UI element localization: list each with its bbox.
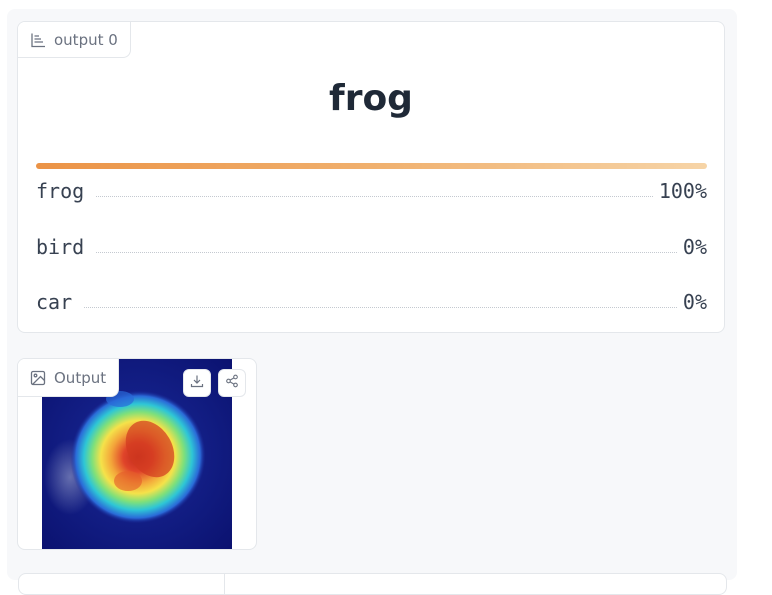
confidence-row: car 0% (36, 288, 707, 314)
divider (224, 574, 225, 594)
image-icon (30, 370, 46, 386)
share-icon (225, 374, 239, 393)
bar-chart-icon (30, 32, 46, 48)
confidence-value: 0% (682, 235, 707, 259)
confidence-bar (36, 163, 707, 169)
leader-dots (96, 196, 653, 197)
label-output-tab: output 0 (18, 22, 131, 58)
confidence-value: 100% (658, 179, 707, 203)
image-output-tab: Output (18, 359, 120, 397)
leader-dots (96, 252, 677, 253)
image-output-tab-text: Output (54, 368, 107, 387)
label-output-tab-text: output 0 (54, 30, 118, 49)
next-output-card (18, 573, 727, 595)
download-icon (190, 374, 204, 393)
confidence-label: frog (36, 179, 85, 203)
leader-dots (84, 307, 677, 308)
confidence-value: 0% (682, 290, 707, 314)
share-button[interactable] (218, 369, 246, 397)
confidence-label: car (36, 290, 73, 314)
confidence-label: bird (36, 235, 85, 259)
confidence-row: frog 100% (36, 177, 707, 203)
download-button[interactable] (183, 369, 211, 397)
confidence-row: bird 0% (36, 233, 707, 259)
image-output-card: Output (17, 358, 257, 550)
predicted-label: frog (329, 78, 413, 119)
label-output-card: output 0 frog frog 100% bird 0% car 0% (17, 21, 725, 333)
